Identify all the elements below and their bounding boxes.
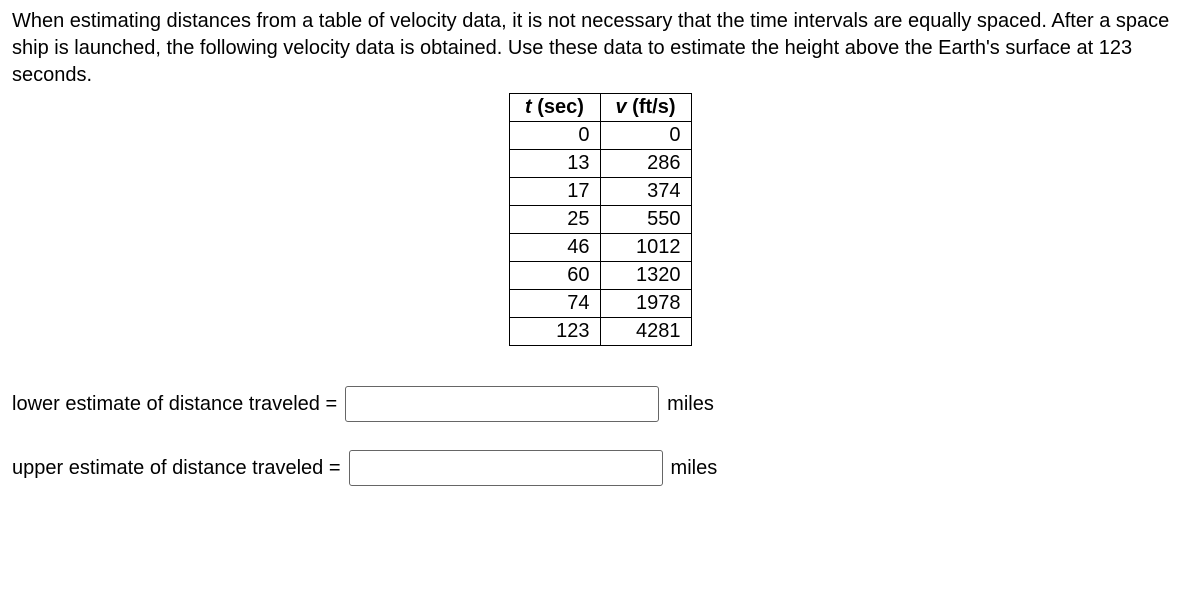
table-row: 17374 <box>509 178 691 206</box>
velocity-table: t (sec) v (ft/s) 00 13286 17374 25550 46… <box>509 93 692 346</box>
col-header-time: t (sec) <box>509 94 600 122</box>
table-row: 25550 <box>509 206 691 234</box>
unit-label: miles <box>671 457 718 480</box>
unit-label: miles <box>667 393 714 416</box>
table-row: 601320 <box>509 262 691 290</box>
table-row: 13286 <box>509 150 691 178</box>
table-row: 00 <box>509 122 691 150</box>
question-prompt: When estimating distances from a table o… <box>12 8 1188 89</box>
table-row: 461012 <box>509 234 691 262</box>
upper-estimate-input[interactable] <box>349 450 663 486</box>
upper-estimate-row: upper estimate of distance traveled = mi… <box>12 450 1188 486</box>
col-header-velocity: v (ft/s) <box>600 94 691 122</box>
lower-estimate-row: lower estimate of distance traveled = mi… <box>12 386 1188 422</box>
table-row: 741978 <box>509 290 691 318</box>
lower-estimate-input[interactable] <box>345 386 659 422</box>
upper-estimate-label: upper estimate of distance traveled = <box>12 457 341 480</box>
lower-estimate-label: lower estimate of distance traveled = <box>12 393 337 416</box>
table-row: 1234281 <box>509 318 691 346</box>
